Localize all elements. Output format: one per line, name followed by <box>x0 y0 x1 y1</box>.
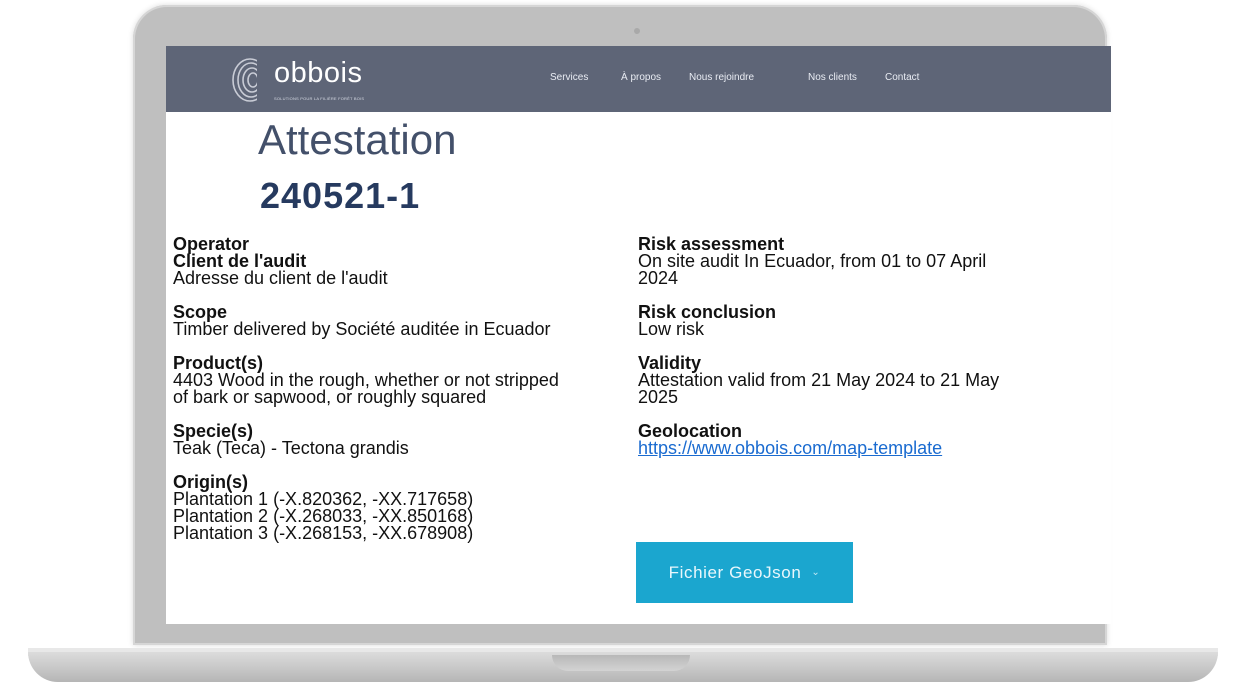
nav-a-propos[interactable]: À propos <box>621 72 661 83</box>
geojson-file-button[interactable]: Fichier GeoJson ⌄ <box>636 542 853 603</box>
field-products: Product(s) 4403 Wood in the rough, wheth… <box>173 354 643 407</box>
geojson-button-label: Fichier GeoJson <box>668 562 802 582</box>
field-value: Adresse du client de l'audit <box>173 268 388 288</box>
left-column: Operator Client de l'audit Adresse du cl… <box>173 235 643 559</box>
page-title: Attestation <box>258 116 457 163</box>
logo-tree-rings-icon <box>232 58 270 103</box>
geolocation-link[interactable]: https://www.obbois.com/map-template <box>638 439 1108 457</box>
right-column: Risk assessment On site audit In Ecuador… <box>638 235 1108 474</box>
field-origins: Origin(s) Plantation 1 (-X.820362, -XX.7… <box>173 473 643 543</box>
field-client: Client de l'audit Adresse du client de l… <box>173 252 643 288</box>
field-scope: Scope Timber delivered by Société audité… <box>173 303 643 339</box>
field-value: Teak (Teca) - Tectona grandis <box>173 438 409 458</box>
brand-tagline: SOLUTIONS POUR LA FILIÈRE FORÊT BOIS <box>274 96 365 101</box>
navbar: obbois SOLUTIONS POUR LA FILIÈRE FORÊT B… <box>166 46 1111 112</box>
field-value: Timber delivered by Société auditée in E… <box>173 319 551 339</box>
browser-screen: obbois SOLUTIONS POUR LA FILIÈRE FORÊT B… <box>166 46 1111 624</box>
field-risk-conclusion: Risk conclusion Low risk <box>638 302 1108 339</box>
field-geolocation: Geolocation https://www.obbois.com/map-t… <box>638 422 1108 457</box>
field-value: 2025 <box>638 387 679 407</box>
field-value: Plantation 3 (-X.268153, -XX.678908) <box>173 523 474 543</box>
field-risk-assessment: Risk assessment On site audit In Ecuador… <box>638 235 1108 288</box>
nav-nos-clients[interactable]: Nos clients <box>808 72 857 83</box>
field-value: Low risk <box>638 319 705 339</box>
camera-dot <box>634 28 640 34</box>
attestation-number: 240521-1 <box>260 175 421 216</box>
laptop-notch <box>552 655 690 671</box>
nav-nous-rejoindre[interactable]: Nous rejoindre <box>689 72 754 83</box>
nav-services[interactable]: Services <box>550 72 588 83</box>
field-value: of bark or sapwood, or roughly squared <box>173 387 487 407</box>
chevron-down-icon: ⌄ <box>811 567 821 578</box>
field-value: On site audit In Ecuador, from 01 to 07 … <box>638 251 987 271</box>
nav-contact[interactable]: Contact <box>885 72 919 83</box>
field-validity: Validity Attestation valid from 21 May 2… <box>638 354 1108 407</box>
brand-logo[interactable]: obbois <box>274 57 362 90</box>
field-species: Specie(s) Teak (Teca) - Tectona grandis <box>173 422 643 458</box>
field-value: 2024 <box>638 268 679 288</box>
field-value: Attestation valid from 21 May 2024 to 21… <box>638 370 1000 390</box>
field-label: Risk conclusion <box>638 302 777 322</box>
